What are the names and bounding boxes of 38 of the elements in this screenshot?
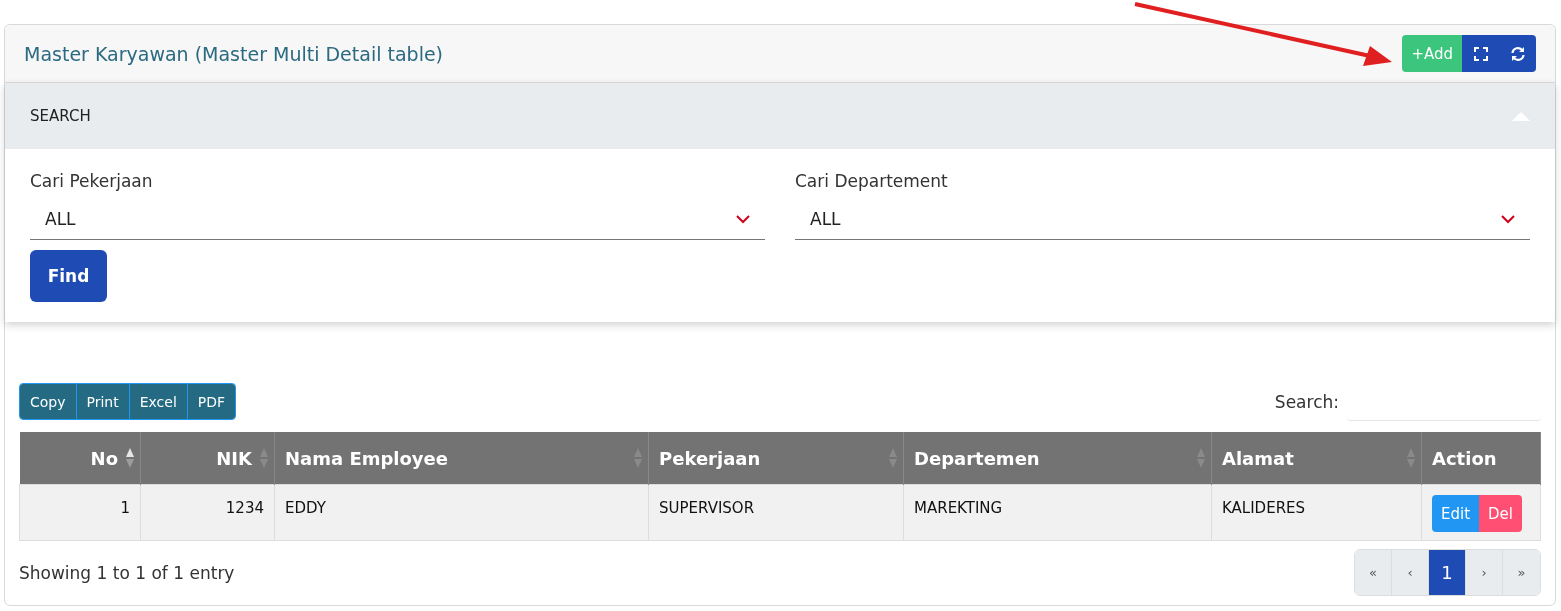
find-button[interactable]: Find <box>30 250 107 302</box>
refresh-button[interactable] <box>1499 35 1536 72</box>
export-button[interactable]: PDF <box>187 384 236 419</box>
table-cell: EDDY <box>274 484 649 541</box>
table-info: Showing 1 to 1 of 1 entry <box>19 562 235 583</box>
column-header[interactable]: Departemen <box>903 432 1212 485</box>
expand-icon <box>1473 46 1488 61</box>
table-cell: KALIDERES <box>1211 484 1422 541</box>
chevron-down-icon <box>1501 214 1515 224</box>
card-title: Master Karyawan (Master Multi Detail table) <box>24 42 444 65</box>
column-header[interactable]: Action <box>1421 432 1541 485</box>
table-cell: SUPERVISOR <box>648 484 904 541</box>
search-panel-header[interactable]: SEARCH <box>5 83 1555 149</box>
column-header[interactable]: Pekerjaan <box>648 432 904 485</box>
panel-title: SEARCH <box>30 107 91 125</box>
export-button[interactable]: Copy <box>20 384 77 419</box>
field-label: Cari Pekerjaan <box>30 171 154 191</box>
edit-button[interactable]: Edit <box>1432 495 1480 532</box>
delete-button[interactable]: Del <box>1479 495 1522 532</box>
column-header[interactable]: NIK <box>140 432 275 485</box>
search-label: Search: <box>1274 391 1339 412</box>
page-button[interactable]: ‹ <box>1392 550 1429 595</box>
export-button[interactable]: Print <box>76 384 130 419</box>
table-cell: 1234 <box>140 484 275 541</box>
table-cell: 1 <box>19 484 141 541</box>
column-header[interactable]: Nama Employee <box>274 432 649 485</box>
column-header[interactable]: No <box>19 432 141 485</box>
page-button[interactable]: » <box>1503 550 1540 595</box>
page-button[interactable]: 1 <box>1429 550 1466 595</box>
page-button[interactable]: « <box>1355 550 1392 595</box>
table-cell: MAREKTING <box>903 484 1212 541</box>
field-label: Cari Departement <box>795 171 949 191</box>
fullscreen-button[interactable] <box>1462 35 1499 72</box>
column-header[interactable]: Alamat <box>1211 432 1422 485</box>
page-button[interactable]: › <box>1466 550 1503 595</box>
export-button[interactable]: Excel <box>129 384 188 419</box>
chevron-down-icon <box>736 214 750 224</box>
refresh-icon <box>1509 45 1526 62</box>
